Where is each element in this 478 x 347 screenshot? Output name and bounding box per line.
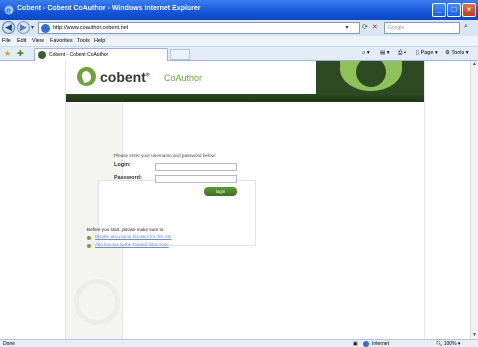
header-decoration [316, 61, 424, 94]
menu-favorites[interactable]: Favorites [50, 38, 73, 44]
page-icon [41, 24, 50, 33]
new-tab-button[interactable] [170, 49, 190, 60]
menu-edit[interactable]: Edit [17, 38, 26, 44]
tools-menu[interactable]: ⚙ Tools ▾ [445, 50, 469, 56]
address-dropdown-icon[interactable]: ▾ [342, 23, 352, 33]
tab-bar: ★ ✚ Cobent - Cobent CoAuthor ⌂ ▾ ▤ ▾ ⎙ ▾… [0, 47, 478, 61]
browser-viewport: cobent® CoAuthor [0, 61, 470, 339]
address-url[interactable]: http://www.coauthor.cobent.net [53, 25, 128, 31]
vertical-scrollbar[interactable]: ▲ ▼ [470, 61, 478, 339]
zoom-icon: 🔍︎ [436, 341, 444, 347]
back-button[interactable]: ◀ [2, 21, 15, 34]
scroll-down-icon[interactable]: ▼ [471, 332, 478, 339]
sidebar-decoration [74, 279, 120, 325]
tab-label: Cobent - Cobent CoAuthor [49, 52, 109, 58]
password-label: Password: [114, 175, 142, 181]
bullet-icon [87, 244, 91, 248]
print-icon[interactable]: ⎙ ▾ [398, 50, 406, 57]
window-title: Cobent - Cobent CoAuthor - Windows Inter… [17, 5, 201, 12]
cobent-favicon-icon [38, 51, 46, 59]
internet-zone-icon [363, 341, 369, 347]
refresh-icon[interactable]: ⟳ [362, 24, 368, 31]
login-input[interactable] [155, 163, 237, 171]
back-arrow-icon: ◀ [5, 22, 12, 32]
ie-app-icon: e [4, 5, 14, 15]
address-toolbar: ◀ ▶ ▾ http://www.coauthor.cobent.net ▾ ⟳… [0, 20, 478, 36]
forward-arrow-icon: ▶ [20, 22, 27, 32]
title-bar: e Cobent - Cobent CoAuthor - Windows Int… [0, 0, 478, 20]
search-input[interactable]: Google [384, 22, 460, 34]
address-bar[interactable]: http://www.coauthor.cobent.net ▾ [38, 22, 360, 34]
brand-name: cobent® [100, 69, 150, 85]
security-zone: Internet [372, 341, 389, 347]
zoom-level[interactable]: 🔍︎ 100% ▾ [436, 341, 460, 347]
add-favorite-icon[interactable]: ✚ [17, 49, 24, 58]
menu-file[interactable]: File [2, 38, 11, 44]
status-text: Done [3, 341, 15, 347]
product-name: CoAuthor [164, 73, 203, 83]
minimize-button[interactable]: _ [432, 3, 446, 17]
bullet-icon [87, 236, 91, 240]
disable-popup-link[interactable]: Disable any popup blockers for this site [95, 234, 171, 239]
protected-mode-icon: ▣ [353, 341, 358, 347]
stop-icon[interactable]: ✕ [372, 24, 378, 31]
search-icon[interactable]: ⌕ [464, 23, 468, 31]
history-dropdown-icon[interactable]: ▾ [31, 24, 34, 31]
menu-bar: File Edit View Favorites Tools Help [0, 36, 478, 47]
tools-menu-label: Tools [451, 50, 465, 56]
favorites-star-icon[interactable]: ★ [4, 49, 11, 58]
cobent-logo-icon [77, 67, 96, 86]
login-label: Login: [114, 162, 131, 168]
forward-button[interactable]: ▶ [17, 21, 30, 34]
login-button[interactable]: login [204, 187, 237, 196]
home-icon[interactable]: ⌂ ▾ [362, 50, 370, 56]
trusted-sites-link[interactable]: Add this site to the Trusted Sites zone [95, 242, 169, 247]
notes-heading: Before you start, please make sure to: [87, 227, 165, 232]
tab-cobent[interactable]: Cobent - Cobent CoAuthor [34, 48, 168, 61]
refresh-stop-group: ⟳ ✕ [362, 23, 378, 31]
menu-tools[interactable]: Tools [77, 38, 90, 44]
scroll-up-icon[interactable]: ▲ [471, 61, 478, 68]
svg-text:e: e [6, 6, 11, 15]
close-window-button[interactable]: × [462, 3, 476, 17]
menu-help[interactable]: Help [94, 38, 105, 44]
feeds-icon[interactable]: ▤ ▾ [380, 50, 390, 56]
site-header: cobent® CoAuthor [66, 61, 424, 103]
page-menu[interactable]: ▯ Page ▾ [416, 50, 438, 56]
search-placeholder: Google [388, 25, 405, 31]
maximize-button[interactable]: □ [447, 3, 461, 17]
status-bar: Done ▣ Internet 🔍︎ 100% ▾ [0, 339, 478, 347]
password-input[interactable] [155, 175, 237, 183]
login-prompt: Please enter your username and password … [114, 153, 217, 158]
header-bar [66, 94, 424, 102]
page-menu-label: Page [420, 50, 434, 56]
menu-view[interactable]: View [32, 38, 44, 44]
